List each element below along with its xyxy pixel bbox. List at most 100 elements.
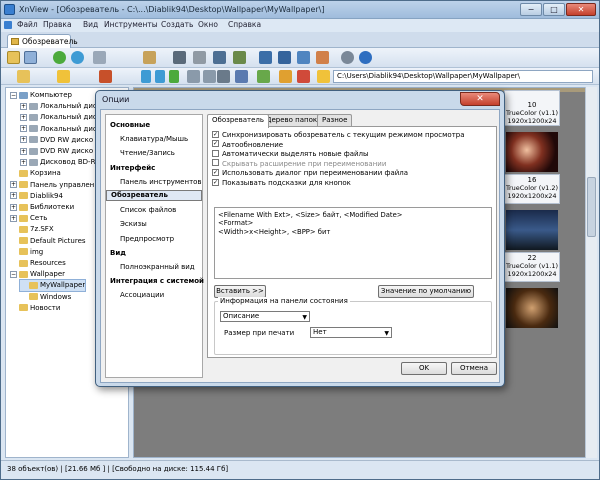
thumbnail-scrollbar[interactable] [585, 87, 597, 458]
copy-to-icon[interactable] [143, 51, 156, 64]
expand-toggle-icon[interactable]: + [20, 136, 27, 144]
invert-selection-icon[interactable] [203, 70, 216, 83]
tooltip-template-textarea[interactable]: <Filename With Ext>, <Size> байт, <Modif… [214, 207, 492, 279]
category-item[interactable]: Эскизы [106, 218, 202, 230]
print-size-select[interactable]: Нет ▼ [310, 327, 392, 338]
tree-node[interactable]: + Сеть [10, 213, 47, 224]
tree-node[interactable]: + Локальный диск [20, 124, 101, 135]
option-checkbox[interactable]: ✓ Использовать диалог при переименовании … [212, 168, 408, 178]
category-header[interactable]: Вид [106, 247, 202, 259]
tab-browser[interactable]: Обозреватель [7, 34, 78, 48]
menu-tools[interactable]: Инструменты [104, 20, 158, 29]
category-item[interactable]: Список файлов [106, 204, 202, 216]
checkmark-icon[interactable]: ✓ [212, 140, 219, 148]
rating-star-icon[interactable] [317, 70, 330, 83]
thumbnail-image[interactable] [506, 288, 558, 328]
expand-toggle-icon[interactable]: + [20, 102, 27, 110]
bookmark-icon[interactable] [99, 70, 112, 83]
tree-node[interactable]: − Wallpaper [10, 269, 65, 280]
convert-icon[interactable] [297, 51, 310, 64]
menu-app-icon[interactable] [4, 21, 12, 29]
tree-node[interactable]: + DVD RW диско [20, 135, 93, 146]
expand-toggle-icon[interactable]: + [10, 214, 17, 222]
checkmark-icon[interactable]: ✓ [212, 178, 219, 186]
select-all-icon[interactable] [187, 70, 200, 83]
thumbnail-item[interactable]: 10 TrueColor (v1.1) 1920x1200x24 [504, 90, 560, 126]
web-page-icon[interactable] [316, 51, 329, 64]
move-icon[interactable] [217, 70, 230, 83]
filter-icon[interactable] [279, 70, 292, 83]
minimize-button[interactable]: − [520, 3, 542, 16]
scroll-thumb[interactable] [587, 177, 596, 237]
tree-node[interactable]: Resources [10, 258, 66, 269]
arrow-left-icon[interactable] [141, 70, 151, 83]
tree-node[interactable]: Новости [10, 303, 60, 314]
checkbox-box[interactable] [212, 159, 219, 167]
open-folder-icon[interactable] [7, 51, 20, 64]
print-icon[interactable] [193, 51, 206, 64]
option-checkbox[interactable]: ✓ Показывать подсказки для кнопок [212, 178, 351, 188]
tree-node[interactable]: + DVD RW диско [20, 146, 93, 157]
thumbnail-item[interactable]: 16 TrueColor (v1.2) 1920x1200x24 [504, 174, 560, 204]
option-checkbox[interactable]: Автоматически выделять новые файлы [212, 149, 369, 159]
category-item[interactable]: Чтение/Запись [106, 147, 202, 159]
close-button[interactable]: ✕ [566, 3, 596, 16]
expand-toggle-icon[interactable]: − [10, 270, 17, 278]
thumbnail-item[interactable]: 22 TrueColor (v1.1) 1920x1200x24 [504, 252, 560, 282]
menu-file[interactable]: Файл [17, 20, 38, 29]
back-icon[interactable] [71, 51, 84, 64]
option-checkbox[interactable]: ✓ Синхронизировать обозреватель с текущим… [212, 130, 465, 140]
default-value-button[interactable]: Значение по умолчанию [378, 285, 474, 298]
title-bar[interactable]: XnView - [Обозреватель - C:\...\Diablik9… [1, 1, 599, 19]
sort-icon[interactable] [257, 70, 270, 83]
thumbnail-image[interactable] [506, 132, 558, 172]
arrow-up-icon[interactable] [169, 70, 179, 83]
tree-node[interactable]: img [10, 247, 43, 258]
tree-node[interactable]: + Дисковод BD-R [20, 157, 95, 168]
folder-up-icon[interactable] [17, 70, 30, 83]
expand-toggle-icon[interactable]: − [10, 91, 17, 99]
category-item[interactable]: Полноэкранный вид [106, 261, 202, 273]
expand-toggle-icon[interactable]: + [20, 158, 27, 166]
options-category-list[interactable]: Основные Клавиатура/Мышь Чтение/Запись Инте… [105, 114, 204, 378]
thumbnail-image[interactable] [506, 210, 558, 250]
category-item[interactable]: Клавиатура/Мышь [106, 133, 202, 145]
category-item[interactable]: Панель инструментов [106, 176, 202, 188]
arrow-right-icon[interactable] [155, 70, 165, 83]
option-checkbox[interactable]: ✓ Автообновление [212, 140, 283, 150]
tree-node[interactable]: Windows [20, 292, 71, 303]
info-description-select[interactable]: Описание ▼ [220, 311, 310, 322]
category-item[interactable]: Предпросмотр [106, 233, 202, 245]
category-header[interactable]: Интеграция с системой [106, 275, 204, 287]
tree-node[interactable]: + Библиотеки [10, 202, 74, 213]
tree-node[interactable]: + Панель управлен [10, 180, 94, 191]
expand-toggle-icon[interactable]: + [20, 147, 27, 155]
category-header[interactable]: Основные [106, 119, 202, 131]
category-item[interactable]: Ассоциации [106, 289, 202, 301]
tree-node[interactable]: MyWallpaper [18, 279, 87, 293]
menu-view[interactable]: Вид [83, 20, 98, 29]
category-header[interactable]: Обозреватель [106, 190, 202, 201]
maximize-button[interactable]: □ [543, 3, 565, 16]
checkmark-icon[interactable]: ✓ [212, 168, 219, 176]
tree-node[interactable]: Default Pictures [10, 236, 86, 247]
refresh-icon[interactable] [53, 51, 66, 64]
image-icon[interactable] [233, 51, 246, 64]
path-input[interactable]: C:\Users\Diablik94\Desktop\Wallpaper\MyW… [333, 70, 593, 83]
gear-icon[interactable] [341, 51, 354, 64]
binoculars-icon[interactable] [173, 51, 186, 64]
favorite-star-icon[interactable] [57, 70, 70, 83]
scan-icon[interactable] [213, 51, 226, 64]
menu-window[interactable]: Окно [198, 20, 218, 29]
expand-toggle-icon[interactable]: + [10, 192, 17, 200]
menu-help[interactable]: Справка [228, 20, 261, 29]
fullscreen-icon[interactable] [259, 51, 272, 64]
slideshow-icon[interactable] [278, 51, 291, 64]
tree-node[interactable]: + Diablik94 [10, 191, 63, 202]
capture-icon[interactable] [93, 51, 106, 64]
checkmark-icon[interactable]: ✓ [212, 130, 219, 138]
expand-toggle-icon[interactable]: + [10, 203, 17, 211]
ok-button[interactable]: OK [401, 362, 447, 375]
tree-node[interactable]: Корзина [10, 168, 61, 179]
tree-node[interactable]: + Локальный диск [20, 112, 101, 123]
